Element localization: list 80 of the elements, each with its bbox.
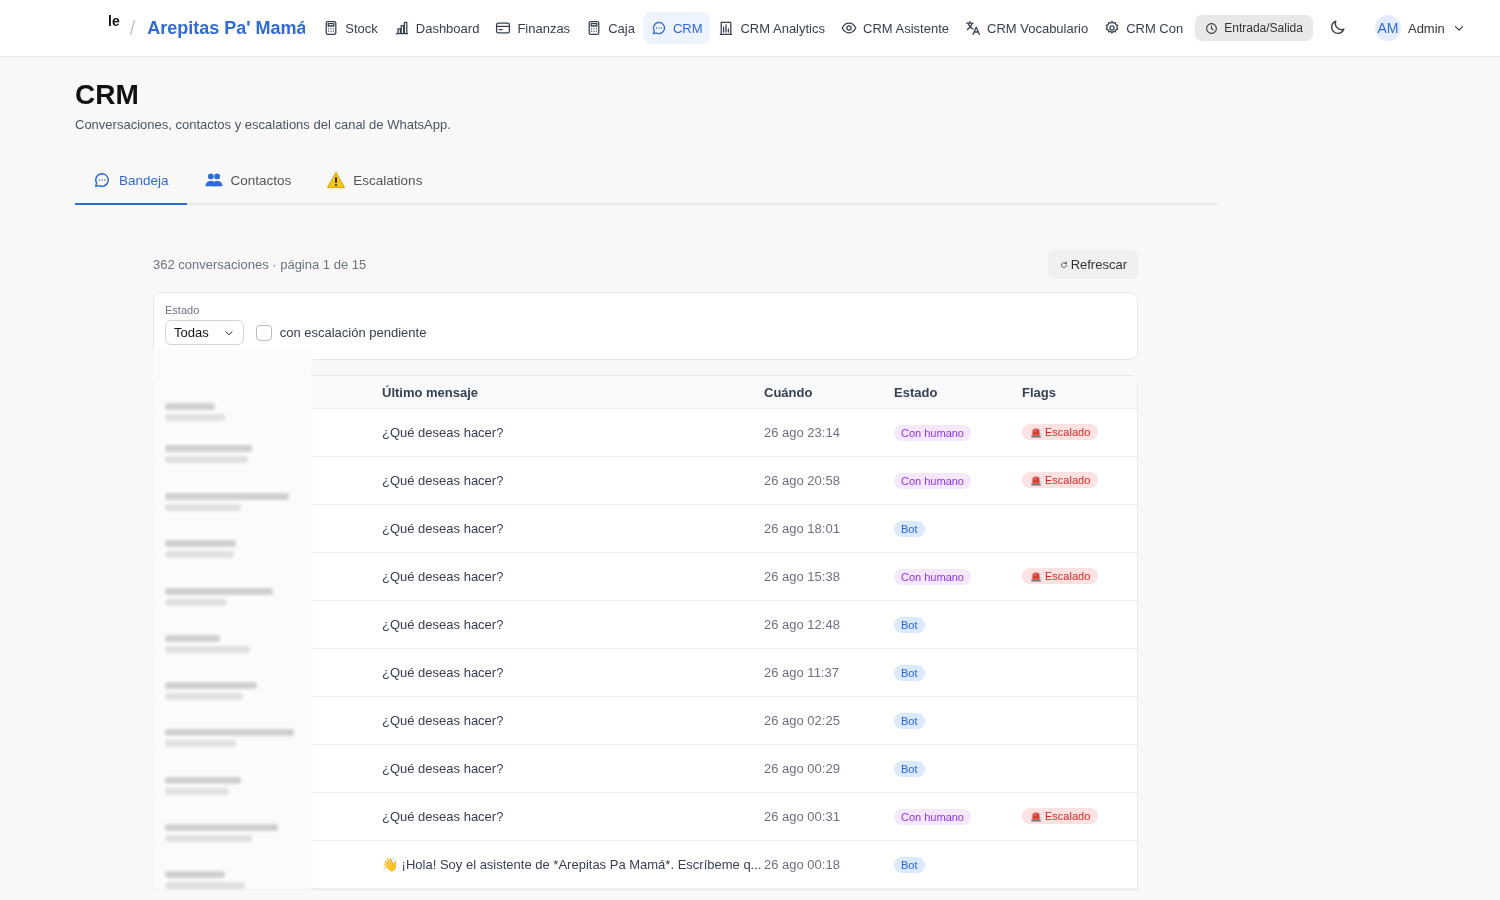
timestamp: 26 ago 15:38 (764, 569, 841, 584)
conversation-count: 362 conversaciones · página 1 de 15 (153, 257, 367, 272)
refresh-icon (1058, 259, 1069, 270)
message-preview: ¿Qué deseas hacer? (382, 761, 505, 776)
bar-chart-icon (393, 20, 410, 36)
message-preview: ¿Qué deseas hacer? (382, 617, 505, 632)
translate-icon (965, 20, 981, 36)
logo-text: le (108, 13, 120, 29)
nav-link[interactable]: CRM Vocabulario (957, 12, 1097, 44)
escalated-badge: Escalado (1022, 424, 1099, 440)
nav-link[interactable]: Caja (578, 12, 643, 44)
settings-icon (1104, 20, 1121, 36)
field-label: Estado (165, 304, 201, 316)
message-preview: ¿Qué deseas hacer? (382, 425, 505, 440)
status-badge: Con humano (894, 569, 971, 585)
escalated-badge: Escalado (1022, 568, 1099, 584)
column-header: Cuándo (764, 384, 814, 400)
clock-icon (1205, 21, 1219, 35)
nav-link[interactable]: CRM (642, 12, 711, 44)
warning-icon (327, 171, 346, 189)
chat-bubble-icon (93, 171, 111, 189)
user-avatar: AM (1374, 15, 1401, 41)
timestamp: 26 ago 00:18 (764, 857, 841, 872)
people-icon (204, 171, 223, 189)
message-preview: ¿Qué deseas hacer? (382, 713, 505, 728)
message-preview: 👋 ¡Hola! Soy el asistente de *Arepitas Pa Mamá*. Escríbeme q... (382, 857, 763, 872)
column-chart-icon (718, 20, 735, 36)
message-preview: ¿Qué deseas hacer? (382, 809, 505, 824)
siren-icon (1030, 570, 1042, 582)
timestamp: 26 ago 11:37 (764, 665, 840, 680)
status-badge: Bot (894, 857, 925, 873)
status-badge: Con humano (894, 425, 971, 441)
chat-bubble-icon (650, 20, 667, 36)
tab[interactable]: Contactos (186, 162, 310, 205)
status-badge: Bot (894, 521, 925, 537)
escalated-badge: Escalado (1022, 472, 1099, 488)
breadcrumb-separator: / (129, 16, 136, 40)
column-header: Último mensaje (382, 384, 480, 400)
nav-link[interactable]: CRM Analytics (710, 12, 833, 44)
status-badge: Bot (894, 713, 925, 729)
message-preview: ¿Qué deseas hacer? (382, 473, 505, 488)
nav-link[interactable]: Finanzas (487, 12, 579, 44)
tab[interactable]: Bandeja (75, 162, 187, 205)
eye-icon (841, 20, 857, 36)
timestamp: 26 ago 12:48 (764, 617, 841, 632)
refresh-button[interactable]: Refrescar (1047, 250, 1138, 279)
status-badge: Bot (894, 665, 925, 681)
timestamp: 26 ago 23:14 (764, 425, 841, 440)
message-preview: ¿Qué deseas hacer? (382, 569, 505, 584)
column-header: Flags (1022, 384, 1057, 400)
timestamp: 26 ago 02:25 (764, 713, 841, 728)
timestamp: 26 ago 18:01 (764, 521, 841, 536)
status-badge: Con humano (894, 809, 971, 825)
nav-link[interactable]: CRM Asistente (833, 12, 957, 44)
status-badge: Bot (894, 761, 925, 777)
message-preview: ¿Qué deseas hacer? (382, 521, 505, 536)
clock-in-out-button[interactable]: Entrada/Salida (1195, 15, 1313, 41)
status-badge: Con humano (894, 473, 971, 489)
tab[interactable]: Escalations (309, 162, 441, 205)
escalated-badge: Escalado (1022, 808, 1099, 824)
user-menu[interactable]: AM Admin (1368, 14, 1472, 42)
card-icon (495, 20, 512, 36)
nav-link[interactable]: Dashboard (385, 12, 488, 44)
message-preview: ¿Qué deseas hacer? (382, 665, 505, 680)
timestamp: 26 ago 00:31 (764, 809, 841, 824)
dark-mode-icon (1328, 17, 1347, 36)
checkbox[interactable] (255, 324, 272, 341)
timestamp: 26 ago 20:58 (764, 473, 841, 488)
page-subtitle: Conversaciones, contactos y escalations del canal de WhatsApp. (75, 117, 452, 132)
siren-icon (1030, 426, 1042, 438)
siren-icon (1030, 474, 1042, 486)
column-header: Estado (894, 384, 939, 400)
nav-link[interactable]: Stock (315, 12, 386, 44)
timestamp: 26 ago 00:29 (764, 761, 841, 776)
checkbox-label: con escalación pendiente (279, 325, 427, 340)
page-title: CRM (75, 79, 140, 111)
siren-icon (1030, 810, 1042, 822)
status-select[interactable]: Todas (165, 320, 244, 345)
nav-link[interactable]: CRM Con (1096, 12, 1192, 44)
status-badge: Bot (894, 617, 925, 633)
